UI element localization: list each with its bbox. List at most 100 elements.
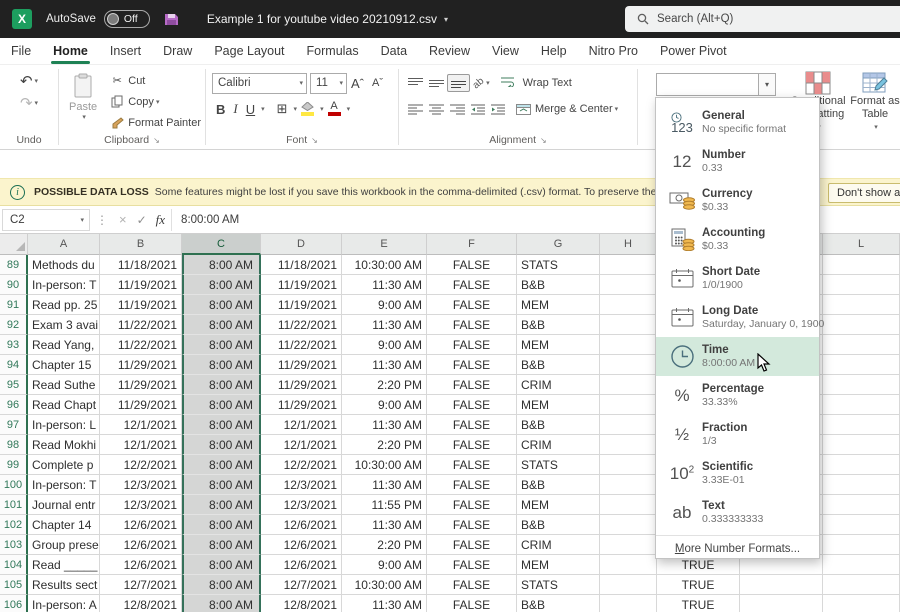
undo-button[interactable]: ↶ ▾	[16, 70, 42, 92]
cell-F104[interactable]: FALSE	[427, 555, 517, 575]
redo-button[interactable]: ↷ ▾	[16, 92, 42, 114]
font-name-combobox[interactable]: Calibri ▾	[212, 72, 307, 94]
format-option-accounting[interactable]: Accounting $0.33	[656, 220, 819, 259]
cell-E94[interactable]: 11:30 AM	[342, 355, 427, 375]
cell-D94[interactable]: 11/29/2021	[261, 355, 342, 375]
cell-H105[interactable]	[600, 575, 657, 595]
cell-B97[interactable]: 12/1/2021	[100, 415, 182, 435]
cell-L105[interactable]	[823, 575, 900, 595]
tab-page-layout[interactable]: Page Layout	[203, 40, 295, 62]
cell-C93[interactable]: 8:00 AM	[182, 335, 261, 355]
align-left-button[interactable]	[405, 101, 426, 117]
cell-I106[interactable]: TRUE	[657, 595, 740, 612]
cell-L100[interactable]	[823, 475, 900, 495]
cell-C94[interactable]: 8:00 AM	[182, 355, 261, 375]
cell-B102[interactable]: 12/6/2021	[100, 515, 182, 535]
cell-D103[interactable]: 12/6/2021	[261, 535, 342, 555]
name-box[interactable]: C2 ▾	[2, 208, 90, 231]
cell-H106[interactable]	[600, 595, 657, 612]
cell-G98[interactable]: CRIM	[517, 435, 600, 455]
cell-G105[interactable]: STATS	[517, 575, 600, 595]
cell-D95[interactable]: 11/29/2021	[261, 375, 342, 395]
row-header-89[interactable]: 89	[0, 255, 28, 275]
cell-H102[interactable]	[600, 515, 657, 535]
more-number-formats-item[interactable]: More Number Formats...	[656, 535, 819, 561]
tab-draw[interactable]: Draw	[152, 40, 203, 62]
excel-logo-icon[interactable]: X	[12, 9, 32, 29]
cell-L102[interactable]	[823, 515, 900, 535]
cell-B98[interactable]: 12/1/2021	[100, 435, 182, 455]
cell-L90[interactable]	[823, 275, 900, 295]
column-header-H[interactable]: H	[600, 234, 657, 255]
cell-A98[interactable]: Read Mokhi	[28, 435, 100, 455]
format-option-general[interactable]: 123 General No specific format	[656, 103, 819, 142]
cell-C97[interactable]: 8:00 AM	[182, 415, 261, 435]
cell-D96[interactable]: 11/29/2021	[261, 395, 342, 415]
cell-A97[interactable]: In-person: L	[28, 415, 100, 435]
cell-E104[interactable]: 9:00 AM	[342, 555, 427, 575]
cell-E101[interactable]: 11:55 PM	[342, 495, 427, 515]
cell-B95[interactable]: 11/29/2021	[100, 375, 182, 395]
cell-E103[interactable]: 2:20 PM	[342, 535, 427, 555]
cell-L92[interactable]	[823, 315, 900, 335]
align-top-button[interactable]	[405, 75, 426, 91]
cell-G104[interactable]: MEM	[517, 555, 600, 575]
cell-G97[interactable]: B&B	[517, 415, 600, 435]
tab-insert[interactable]: Insert	[99, 40, 152, 62]
cell-A102[interactable]: Chapter 14	[28, 515, 100, 535]
shrink-font-button[interactable]: Aˇ	[368, 76, 387, 90]
cell-A105[interactable]: Results sect	[28, 575, 100, 595]
cell-B89[interactable]: 11/18/2021	[100, 255, 182, 275]
cell-F101[interactable]: FALSE	[427, 495, 517, 515]
cell-L99[interactable]	[823, 455, 900, 475]
cell-G96[interactable]: MEM	[517, 395, 600, 415]
cell-L97[interactable]	[823, 415, 900, 435]
cell-H100[interactable]	[600, 475, 657, 495]
cell-D89[interactable]: 11/18/2021	[261, 255, 342, 275]
tab-power-pivot[interactable]: Power Pivot	[649, 40, 738, 62]
cell-A103[interactable]: Group prese	[28, 535, 100, 555]
cell-D99[interactable]: 12/2/2021	[261, 455, 342, 475]
cell-D98[interactable]: 12/1/2021	[261, 435, 342, 455]
cell-C89[interactable]: 8:00 AM	[182, 255, 261, 275]
cell-G90[interactable]: B&B	[517, 275, 600, 295]
format-option-fraction[interactable]: ½ Fraction 1/3	[656, 415, 819, 454]
cell-L95[interactable]	[823, 375, 900, 395]
cell-D93[interactable]: 11/22/2021	[261, 335, 342, 355]
row-header-93[interactable]: 93	[0, 335, 28, 355]
cell-F97[interactable]: FALSE	[427, 415, 517, 435]
cell-H101[interactable]	[600, 495, 657, 515]
cell-C92[interactable]: 8:00 AM	[182, 315, 261, 335]
cell-A96[interactable]: Read Chapt	[28, 395, 100, 415]
font-color-button[interactable]: A	[324, 101, 345, 117]
cell-C106[interactable]: 8:00 AM	[182, 595, 261, 612]
row-header-103[interactable]: 103	[0, 535, 28, 555]
tab-help[interactable]: Help	[530, 40, 578, 62]
row-header-105[interactable]: 105	[0, 575, 28, 595]
cell-B90[interactable]: 11/19/2021	[100, 275, 182, 295]
align-bottom-button[interactable]	[447, 74, 470, 92]
insert-function-icon[interactable]: fx	[152, 212, 171, 228]
column-header-F[interactable]: F	[427, 234, 517, 255]
cell-G103[interactable]: CRIM	[517, 535, 600, 555]
format-option-currency[interactable]: Currency $0.33	[656, 181, 819, 220]
row-header-91[interactable]: 91	[0, 295, 28, 315]
cell-H90[interactable]	[600, 275, 657, 295]
column-header-C[interactable]: C	[182, 234, 261, 255]
cell-C96[interactable]: 8:00 AM	[182, 395, 261, 415]
grow-font-button[interactable]: Aˆ	[347, 75, 368, 92]
cell-F103[interactable]: FALSE	[427, 535, 517, 555]
tab-home[interactable]: Home	[42, 40, 99, 64]
cell-D101[interactable]: 12/3/2021	[261, 495, 342, 515]
copy-button[interactable]: Copy ▾	[105, 91, 205, 112]
row-header-98[interactable]: 98	[0, 435, 28, 455]
bold-button[interactable]: B	[212, 101, 229, 118]
cell-D90[interactable]: 11/19/2021	[261, 275, 342, 295]
cell-H89[interactable]	[600, 255, 657, 275]
cell-J105[interactable]	[740, 575, 823, 595]
cell-A101[interactable]: Journal entr	[28, 495, 100, 515]
borders-button[interactable]: ⊞	[273, 100, 292, 118]
cell-F106[interactable]: FALSE	[427, 595, 517, 612]
format-option-number[interactable]: 12 Number 0.33	[656, 142, 819, 181]
cell-G91[interactable]: MEM	[517, 295, 600, 315]
